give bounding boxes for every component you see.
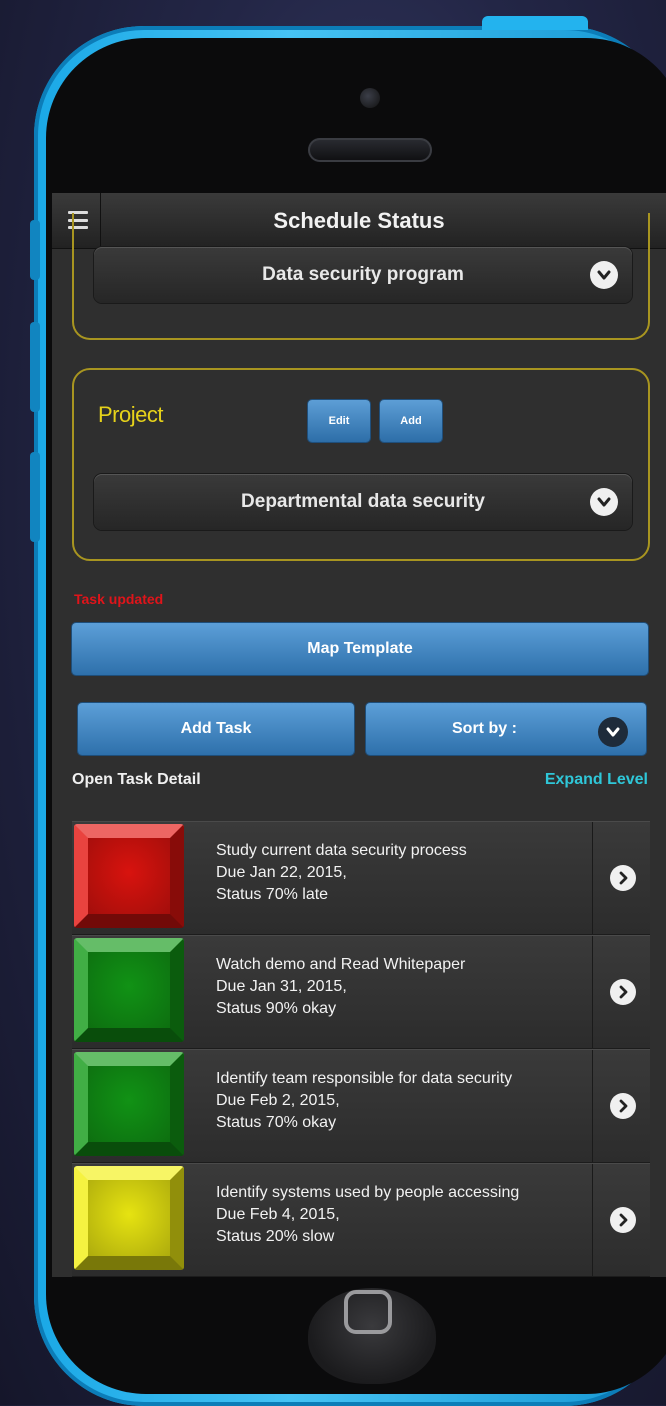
divider [592, 822, 593, 934]
task-row[interactable]: Watch demo and Read Whitepaper Due Jan 3… [72, 935, 650, 1049]
task-title: Study current data security process [216, 842, 467, 859]
power-button [482, 16, 588, 30]
task-status: Status 70% okay [216, 1114, 337, 1131]
task-details: Identify team responsible for data secur… [216, 1068, 512, 1134]
project-label: Project [98, 402, 163, 427]
earpiece-speaker [308, 138, 432, 162]
app-screen: Schedule Status Data security program Pr… [52, 193, 666, 1277]
project-panel: Project Edit Add Departmental data secur… [72, 368, 650, 561]
task-status: Status 90% okay [216, 1000, 337, 1017]
task-title: Watch demo and Read Whitepaper [216, 956, 466, 973]
volume-up-button [30, 322, 40, 412]
task-status-swatch [74, 1052, 184, 1156]
task-due: Due Jan 31, 2015, [216, 978, 347, 995]
volume-down-button [30, 452, 40, 542]
task-due: Due Feb 2, 2015, [216, 1092, 340, 1109]
task-title: Identify systems used by people accessin… [216, 1184, 520, 1201]
divider [592, 936, 593, 1048]
task-details: Identify systems used by people accessin… [216, 1182, 519, 1248]
front-camera [360, 88, 380, 108]
task-status-swatch [74, 1166, 184, 1270]
task-status: Status 20% slow [216, 1228, 335, 1245]
task-title: Identify team responsible for data secur… [216, 1070, 513, 1087]
task-row[interactable]: Identify systems used by people accessin… [72, 1163, 650, 1277]
task-row[interactable]: Study current data security process Due … [72, 821, 650, 935]
home-button-icon [344, 1290, 392, 1334]
chevron-down-icon [598, 717, 628, 747]
task-due: Due Feb 4, 2015, [216, 1206, 340, 1223]
chevron-right-icon[interactable] [610, 1093, 636, 1119]
add-task-button[interactable]: Add Task [78, 703, 354, 755]
task-due: Due Jan 22, 2015, [216, 864, 347, 881]
project-select-value: Departmental data security [241, 491, 485, 512]
project-select[interactable]: Departmental data security [94, 474, 632, 530]
edit-project-button[interactable]: Edit [308, 400, 370, 442]
task-status-swatch [74, 824, 184, 928]
task-status: Status 70% late [216, 886, 329, 903]
open-task-detail-label: Open Task Detail [72, 771, 201, 788]
add-project-button[interactable]: Add [380, 400, 442, 442]
chevron-right-icon[interactable] [610, 979, 636, 1005]
divider [592, 1164, 593, 1276]
status-message: Task updated [74, 591, 164, 607]
task-status-swatch [74, 938, 184, 1042]
divider [592, 1050, 593, 1162]
sort-by-label: Sort by : [452, 720, 517, 737]
chevron-down-icon [590, 488, 618, 516]
expand-level-link[interactable]: Expand Level [545, 771, 648, 789]
map-template-button[interactable]: Map Template [72, 623, 648, 675]
mute-switch [30, 220, 40, 280]
chevron-right-icon[interactable] [610, 1207, 636, 1233]
chevron-down-icon [590, 261, 618, 289]
program-select[interactable]: Data security program [94, 247, 632, 303]
program-select-value: Data security program [262, 264, 464, 285]
task-details: Study current data security process Due … [216, 840, 467, 906]
sort-by-select[interactable]: Sort by : [366, 703, 646, 755]
chevron-right-icon[interactable] [610, 865, 636, 891]
task-details: Watch demo and Read Whitepaper Due Jan 3… [216, 954, 465, 1020]
program-panel: Data security program [72, 213, 650, 340]
task-list: Study current data security process Due … [72, 821, 650, 1277]
task-row[interactable]: Identify team responsible for data secur… [72, 1049, 650, 1163]
